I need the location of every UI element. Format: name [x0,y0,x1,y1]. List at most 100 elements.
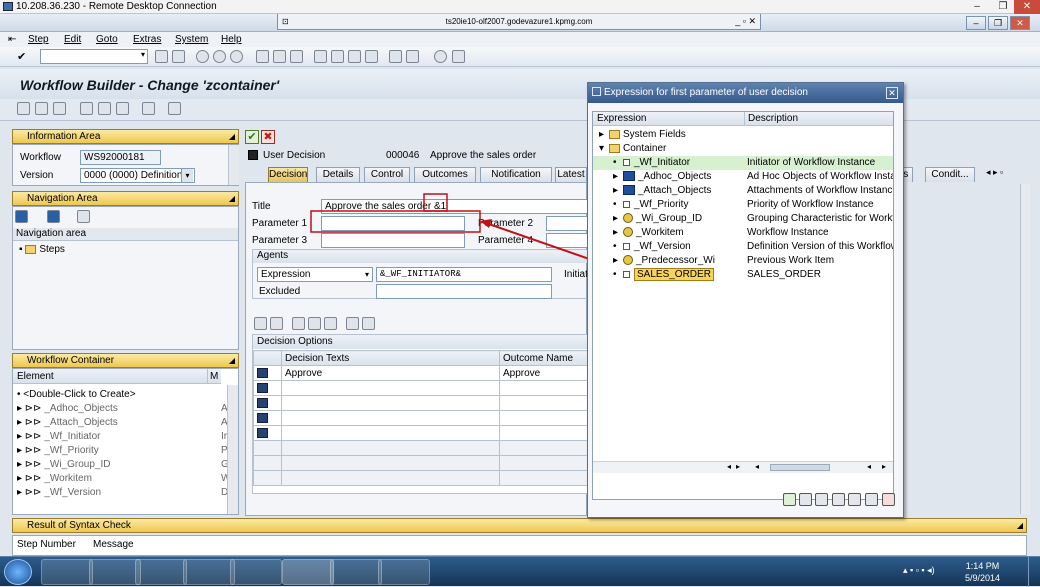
element-icon [623,200,630,208]
expression-row[interactable]: ▾ Container [593,142,893,156]
taskbar-sap[interactable] [330,559,382,585]
dialog-cancel-button[interactable] [882,493,895,506]
tree-toggle-icon[interactable]: ▸ [613,254,623,268]
expression-name: _Wf_Initiator [634,157,691,168]
element-icon [623,158,630,166]
expression-row[interactable]: • _Wf_Initiator Initiator of Workflow Inst… [593,156,893,170]
expression-row[interactable]: ▸ System Fields [593,128,893,142]
expression-name: SALES_ORDER [634,268,714,281]
expression-row[interactable]: • SALES_ORDER SALES_ORDER [593,268,893,282]
expression-cell[interactable]: • _Wf_Initiator [613,156,690,170]
expression-name: _Attach_Objects [638,185,712,196]
expression-cell[interactable]: ▸ System Fields [599,128,686,142]
start-button[interactable] [4,559,32,585]
col-expression: Expression [597,113,647,124]
expression-row[interactable]: ▸ _Attach_Objects Attachments of Workflow … [593,184,893,198]
expression-name: _Wf_Priority [634,199,689,210]
expression-cell[interactable]: ▸ _Workitem [613,226,684,240]
tree-toggle-icon[interactable]: ▾ [599,142,609,156]
dialog-find-next-button[interactable] [815,493,828,506]
dialog-hscroll[interactable]: ◂ ▸ ◂ ◂ ▸ [593,461,893,473]
taskbar-notes[interactable] [230,559,282,585]
object-icon [623,213,633,224]
scroll-right-icon-2[interactable]: ◂ [867,462,871,471]
taskbar-rdp[interactable] [282,559,334,585]
folder-icon [609,143,620,153]
element-icon [623,270,630,278]
tree-toggle-icon[interactable]: • [613,268,623,282]
show-desktop-button[interactable] [1028,557,1040,587]
expression-cell[interactable]: ▸ _Adhoc_Objects [613,170,711,184]
scroll-left-icon-2[interactable]: ◂ [755,462,759,471]
expression-row[interactable]: ▸ _Workitem Workflow Instance [593,226,893,240]
scroll-thumb[interactable] [770,464,830,471]
close-icon[interactable]: ✕ [886,87,898,99]
tray-icons[interactable]: ▴ ▪ ▫ ▪ ◂) [903,565,969,579]
expression-cell[interactable]: ▸ _Predecessor_Wi [613,254,715,268]
tree-toggle-icon[interactable]: • [613,198,623,212]
expression-name: _Wf_Version [634,241,691,252]
expression-description: Previous Work Item [747,255,835,266]
expression-cell[interactable]: ▸ _Attach_Objects [613,184,711,198]
dialog-info-button[interactable] [865,493,878,506]
dialog-icon [592,87,601,96]
windows-taskbar: ▴ ▪ ▫ ▪ ◂) 1:14 PM 5/9/2014 [0,556,1040,587]
tree-toggle-icon[interactable]: ▸ [613,212,623,226]
taskbar-ie[interactable] [41,559,93,585]
expression-description: SALES_ORDER [747,269,821,280]
expression-row[interactable]: ▸ _Wi_Group_ID Grouping Characteristic for… [593,212,893,226]
table-icon [623,185,635,196]
dialog-title: Expression for first parameter of user d… [604,87,808,98]
scroll-end-icon[interactable]: ▸ [882,462,886,471]
scroll-right-icon[interactable]: ▸ [736,462,740,471]
expression-description: Definition Version of this Workflow [747,241,893,252]
expression-row[interactable]: • _Wf_Priority Priority of Workflow Instan… [593,198,893,212]
expression-name: _Adhoc_Objects [638,171,712,182]
annotation-box-title [423,193,448,212]
clock-date: 5/9/2014 [964,573,1000,583]
expression-name: System Fields [623,129,686,140]
expression-row[interactable]: ▸ _Adhoc_Objects Ad Hoc Objects of Workflo… [593,170,893,184]
taskbar-word[interactable] [378,559,430,585]
expression-cell[interactable]: • SALES_ORDER [613,268,714,282]
element-icon [623,242,630,250]
scroll-left-icon[interactable]: ◂ [727,462,731,471]
expression-description: Workflow Instance [747,227,829,238]
taskbar-media[interactable] [135,559,187,585]
column-divider [744,112,745,126]
tree-toggle-icon[interactable]: ▸ [613,226,623,240]
expression-description: Initiator of Workflow Instance [747,157,876,168]
expression-cell[interactable]: • _Wf_Version [613,240,691,254]
col-description: Description [748,113,799,124]
clock[interactable]: 1:14 PM 5/9/2014 [965,560,1000,584]
taskbar-chrome[interactable] [183,559,235,585]
expression-cell[interactable]: • _Wf_Priority [613,198,688,212]
table-icon [623,171,635,182]
expression-description: Priority of Workflow Instance [747,199,874,210]
expression-cell[interactable]: ▾ Container [599,142,666,156]
object-icon [623,227,633,238]
taskbar-explorer[interactable] [89,559,141,585]
tree-toggle-icon[interactable]: ▸ [599,128,609,142]
folder-icon [609,129,620,139]
dialog-find-button[interactable] [799,493,812,506]
dialog-refresh-button[interactable] [848,493,861,506]
expression-description: Ad Hoc Objects of Workflow Insta [747,171,893,182]
tree-toggle-icon[interactable]: • [613,240,623,254]
expression-row[interactable]: • _Wf_Version Definition Version of this W… [593,240,893,254]
expression-cell[interactable]: ▸ _Wi_Group_ID [613,212,702,226]
dialog-title-bar: Expression for first parameter of user d… [588,83,903,103]
dialog-expand-button[interactable] [832,493,845,506]
expression-name: _Predecessor_Wi [636,255,715,266]
clock-time: 1:14 PM [965,561,1000,571]
tree-toggle-icon[interactable]: • [613,156,623,170]
tree-toggle-icon[interactable]: ▸ [613,184,623,198]
object-icon [623,255,633,266]
tree-toggle-icon[interactable]: ▸ [613,170,623,184]
expression-tree: Expression Description ▸ System Fields ▾ Co… [592,111,894,500]
expression-name: _Workitem [636,227,684,238]
expression-name: _Wi_Group_ID [636,213,703,224]
annotation-box-param1 [310,210,481,233]
expression-row[interactable]: ▸ _Predecessor_Wi Previous Work Item [593,254,893,268]
dialog-confirm-button[interactable] [783,493,796,506]
